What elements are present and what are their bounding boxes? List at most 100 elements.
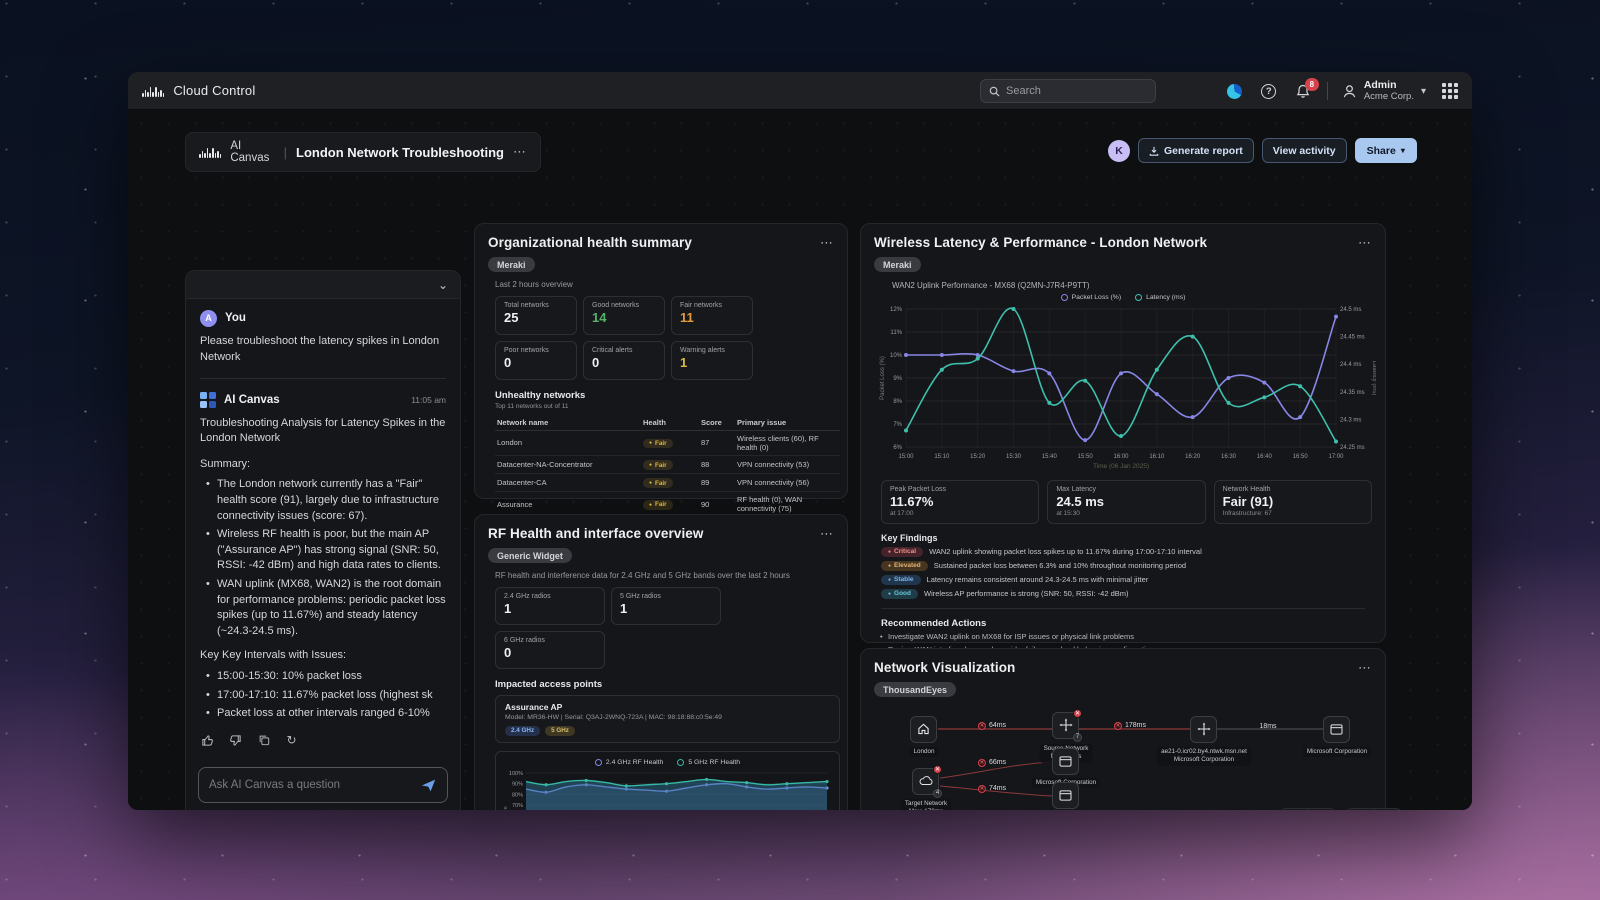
svg-text:24.4 ms: 24.4 ms [1340, 362, 1361, 368]
svg-text:15:50: 15:50 [1078, 454, 1094, 460]
window-icon [1330, 724, 1343, 735]
node-ms-corp-mid1[interactable] [1052, 748, 1079, 775]
user-menu[interactable]: Admin Acme Corp. ▾ [1342, 80, 1426, 102]
unhealthy-networks-title: Unhealthy networks [495, 390, 834, 401]
node-ms-corp[interactable] [1323, 716, 1350, 743]
latency-chart[interactable]: 15:0015:1015:2015:3015:4015:5016:0016:10… [876, 303, 1376, 471]
overview-note: Last 2 hours overview [495, 280, 834, 289]
theme-toggle-icon[interactable] [1225, 81, 1245, 101]
health-badge: Fair [643, 439, 673, 448]
network-router-icon [1059, 718, 1073, 732]
svg-text:16:40: 16:40 [1257, 454, 1273, 460]
notification-badge: 8 [1305, 78, 1319, 91]
column-header[interactable]: Network name [495, 415, 641, 431]
ap-details: Model: MR36-HW | Serial: Q3AJ-2WNQ-723A … [505, 714, 830, 721]
ai-canvas-logo-icon [200, 392, 216, 408]
svg-text:15:10: 15:10 [934, 454, 950, 460]
canvas-menu-icon[interactable]: ⋯ [513, 144, 527, 160]
stat-card: 6 GHz radios0 [495, 631, 605, 669]
user-org: Acme Corp. [1364, 92, 1414, 103]
node-msn-router[interactable] [1190, 716, 1217, 743]
health-badge: Fair [643, 460, 673, 469]
regenerate-icon[interactable]: ↻ [284, 733, 299, 748]
search-box[interactable] [980, 79, 1156, 103]
rf-chart-legend: 2.4 GHz RF Health 5 GHz RF Health [500, 759, 835, 766]
column-header[interactable]: Score [699, 415, 735, 431]
panel-menu-icon[interactable]: ⋯ [1358, 235, 1372, 251]
svg-text:16:10: 16:10 [1149, 454, 1165, 460]
svg-text:15:40: 15:40 [1042, 454, 1058, 460]
node-london[interactable] [910, 716, 937, 743]
alert-badge-icon: ✕ [1073, 709, 1082, 718]
column-header[interactable]: Primary issue [735, 415, 840, 431]
chat-input-box[interactable] [198, 767, 448, 803]
canvas-title: London Network Troubleshooting [296, 145, 504, 160]
finding-row: ElevatedSustained packet loss between 6.… [881, 561, 1372, 571]
window-icon [1059, 790, 1072, 801]
node-label: Target NetworkMax: 178ms [901, 799, 951, 811]
collapse-chevron-icon[interactable]: ⌄ [438, 278, 448, 292]
node-source-network[interactable]: ✕ 7 [1052, 712, 1079, 739]
org-stats: Total networks25 Good networks14 Fair ne… [495, 296, 834, 380]
stat-card: Critical alerts0 [583, 341, 665, 380]
svg-text:7%: 7% [893, 422, 902, 428]
rf-health-panel: RF Health and interface overview ⋯ Gener… [474, 514, 848, 810]
notifications-bell-icon[interactable]: 8 [1293, 81, 1313, 101]
access-point-card[interactable]: Assurance AP Model: MR36-HW | Serial: Q3… [495, 695, 840, 743]
stat-card: Peak Packet Loss11.67%at 17:00 [881, 480, 1039, 524]
summary-label: Summary: [200, 457, 446, 473]
node-label: London [909, 747, 938, 758]
panel-menu-icon[interactable]: ⋯ [1358, 660, 1372, 676]
help-icon[interactable]: ? [1259, 81, 1279, 101]
copy-icon[interactable] [256, 733, 271, 748]
view-activity-button[interactable]: View activity [1262, 138, 1347, 163]
stat-card: 5 GHz radios1 [611, 587, 721, 625]
svg-text:80%: 80% [512, 792, 523, 798]
list-item: 17:00-17:10: 11.67% packet loss (highest… [206, 688, 446, 704]
user-name: Admin [1364, 80, 1414, 92]
list-item: Investigate WAN2 uplink on MX68 for ISP … [888, 632, 1372, 641]
top-navbar: Cloud Control ? 8 Admin Acme Corp. ▾ [128, 72, 1472, 110]
message-actions: ↻ [200, 733, 446, 748]
table-row[interactable]: Datacenter-CAFair89VPN connectivity (56) [495, 473, 840, 491]
node-ms-corp-mid2[interactable] [1052, 782, 1079, 809]
svg-text:24.25 ms: 24.25 ms [1340, 445, 1365, 451]
svg-text:17:00: 17:00 [1328, 454, 1344, 460]
assistant-heading: Troubleshooting Analysis for Latency Spi… [200, 416, 446, 447]
generate-report-button[interactable]: Generate report [1138, 138, 1254, 163]
chevron-down-icon: ▾ [1421, 86, 1426, 97]
svg-text:16:50: 16:50 [1293, 454, 1309, 460]
send-icon[interactable] [420, 778, 437, 793]
link-alert-icon: ✕ [978, 759, 986, 767]
column-header[interactable]: Health [641, 415, 699, 431]
svg-text:11%: 11% [890, 330, 902, 336]
export-icon[interactable] [1281, 809, 1308, 810]
divider [1327, 82, 1328, 100]
table-row[interactable]: LondonFair87Wireless clients (60), RF he… [495, 430, 840, 455]
message-timestamp: 11:05 am [411, 394, 446, 406]
org-health-panel: Organizational health summary ⋯ Meraki L… [474, 223, 848, 499]
thumbs-up-icon[interactable] [200, 733, 215, 748]
panel-menu-icon[interactable]: ⋯ [820, 526, 834, 542]
search-input[interactable] [1006, 85, 1136, 97]
svg-text:6%: 6% [893, 445, 902, 451]
share-button[interactable]: Share ▾ [1355, 138, 1417, 163]
text-tool-icon[interactable]: T [1308, 809, 1335, 810]
collaborator-avatar[interactable]: K [1108, 140, 1130, 162]
window-icon [1059, 756, 1072, 767]
assistant-message-author: AI Canvas [224, 392, 280, 408]
zoom-in-icon[interactable]: + [1374, 809, 1401, 810]
chat-messages: A You Please troubleshoot the latency sp… [186, 299, 460, 761]
svg-text:RF Health Score: RF Health Score [503, 806, 509, 810]
rf-health-chart[interactable]: 100%90%80%70%60%50%40%30%20%10%0%07:2607… [500, 768, 835, 811]
apps-grid-icon[interactable] [1440, 81, 1460, 101]
table-row[interactable]: Datacenter-NA-ConcentratorFair88VPN conn… [495, 455, 840, 473]
stat-card: Network HealthFair (91)Infrastructure: 6… [1214, 480, 1372, 524]
stat-card: Poor networks0 [495, 341, 577, 380]
panel-menu-icon[interactable]: ⋯ [820, 235, 834, 251]
node-target-network[interactable]: ✕ 4 [912, 768, 939, 795]
chat-input[interactable] [209, 779, 420, 791]
panel-title: Organizational health summary [488, 235, 692, 250]
zoom-out-icon[interactable]: − [1347, 809, 1374, 810]
thumbs-down-icon[interactable] [228, 733, 243, 748]
